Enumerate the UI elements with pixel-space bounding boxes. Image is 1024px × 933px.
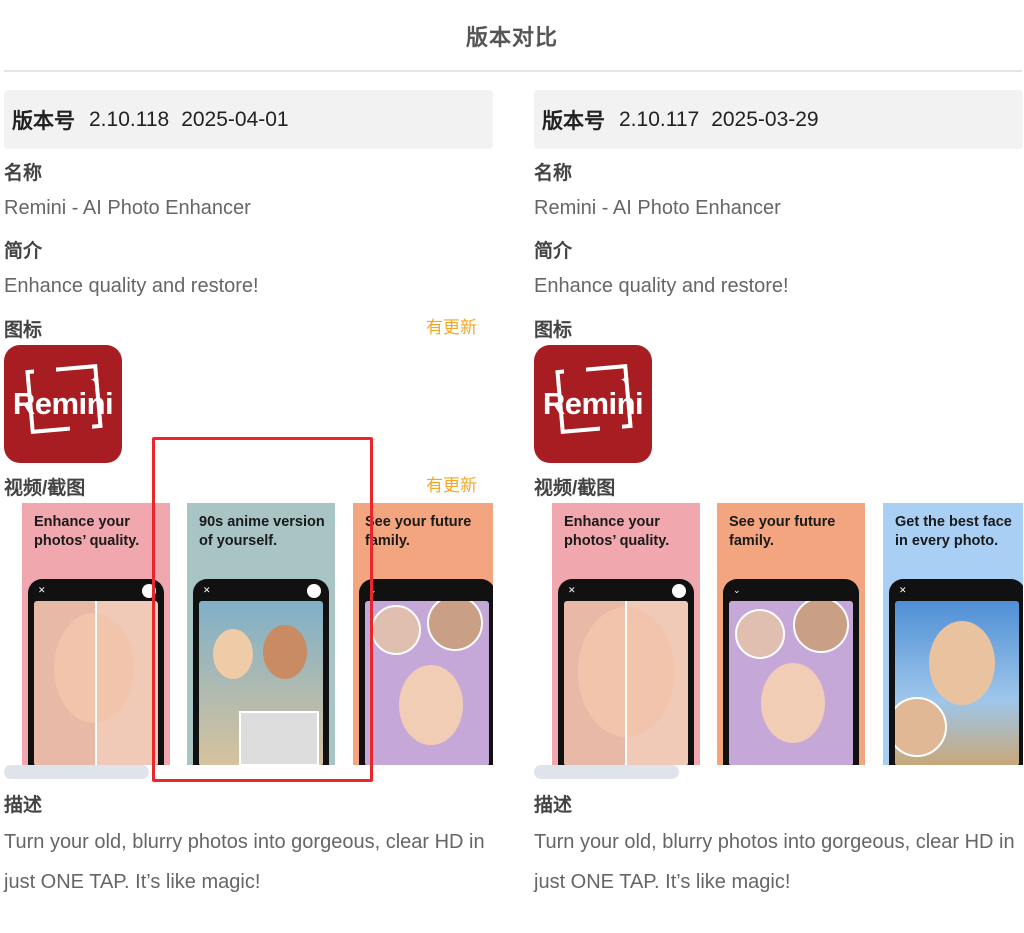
screenshot-1[interactable]: Enhance your photos’ quality. ✕ bbox=[22, 503, 170, 765]
version-column-left: 版本号 2.10.118 2025-04-01 名称 Remini - AI P… bbox=[4, 90, 493, 893]
screenshot-2[interactable]: See your future family. ⌄ bbox=[717, 503, 865, 765]
intro-label: 简介 bbox=[534, 241, 573, 262]
intro-label: 简介 bbox=[4, 241, 43, 262]
app-intro: Enhance quality and restore! bbox=[4, 275, 259, 297]
screenshot-caption: Enhance your photos’ quality. bbox=[564, 514, 670, 549]
carousel-scrollbar[interactable] bbox=[4, 765, 149, 779]
description-label: 描述 bbox=[534, 795, 573, 816]
icon-updated-badge: 有更新 bbox=[426, 318, 477, 337]
name-label: 名称 bbox=[4, 163, 43, 184]
change-highlight-box bbox=[152, 437, 373, 782]
version-number: 2.10.118 bbox=[89, 107, 170, 131]
version-number: 2.10.117 bbox=[619, 107, 700, 131]
name-label: 名称 bbox=[534, 163, 573, 184]
screenshot-3[interactable]: See your future family. ⌄ bbox=[353, 503, 493, 765]
app-name: Remini - AI Photo Enhancer bbox=[4, 197, 251, 219]
app-icon-text: Remini bbox=[12, 386, 114, 421]
media-label: 视频/截图 bbox=[4, 478, 86, 499]
app-icon: ✦ Remini bbox=[4, 345, 122, 463]
screenshot-3[interactable]: Get the best face in every photo. ✕ bbox=[883, 503, 1023, 765]
screenshot-caption: Enhance your photos’ quality. bbox=[34, 514, 140, 549]
version-header: 版本号 2.10.118 2025-04-01 bbox=[4, 90, 493, 149]
version-label: 版本号 bbox=[12, 109, 75, 133]
description-label: 描述 bbox=[4, 795, 43, 816]
app-name: Remini - AI Photo Enhancer bbox=[534, 197, 781, 219]
title-divider bbox=[4, 70, 1022, 72]
version-column-right: 版本号 2.10.117 2025-03-29 名称 Remini - AI P… bbox=[534, 90, 1023, 893]
media-label: 视频/截图 bbox=[534, 478, 616, 499]
icon-label: 图标 bbox=[534, 320, 573, 341]
screenshot-caption: See your future family. bbox=[729, 514, 836, 549]
app-icon-text: Remini bbox=[542, 386, 644, 421]
screenshot-carousel[interactable]: Enhance your photos’ quality. ✕ See your… bbox=[552, 503, 1023, 765]
version-header: 版本号 2.10.117 2025-03-29 bbox=[534, 90, 1023, 149]
version-date: 2025-04-01 bbox=[181, 107, 289, 131]
page-title: 版本对比 bbox=[465, 25, 558, 50]
screenshot-caption: Get the best face in every photo. bbox=[895, 514, 1012, 549]
carousel-scrollbar[interactable] bbox=[534, 765, 679, 779]
app-description: Turn your old, blurry photos into gorgeo… bbox=[4, 831, 485, 893]
version-date: 2025-03-29 bbox=[711, 107, 819, 131]
icon-label: 图标 bbox=[4, 320, 43, 341]
media-updated-badge: 有更新 bbox=[426, 476, 477, 495]
app-intro: Enhance quality and restore! bbox=[534, 275, 789, 297]
version-label: 版本号 bbox=[542, 109, 605, 133]
screenshot-caption: See your future family. bbox=[365, 514, 472, 549]
app-description: Turn your old, blurry photos into gorgeo… bbox=[534, 831, 1015, 893]
app-icon: ✦ Remini bbox=[534, 345, 652, 463]
screenshot-1[interactable]: Enhance your photos’ quality. ✕ bbox=[552, 503, 700, 765]
